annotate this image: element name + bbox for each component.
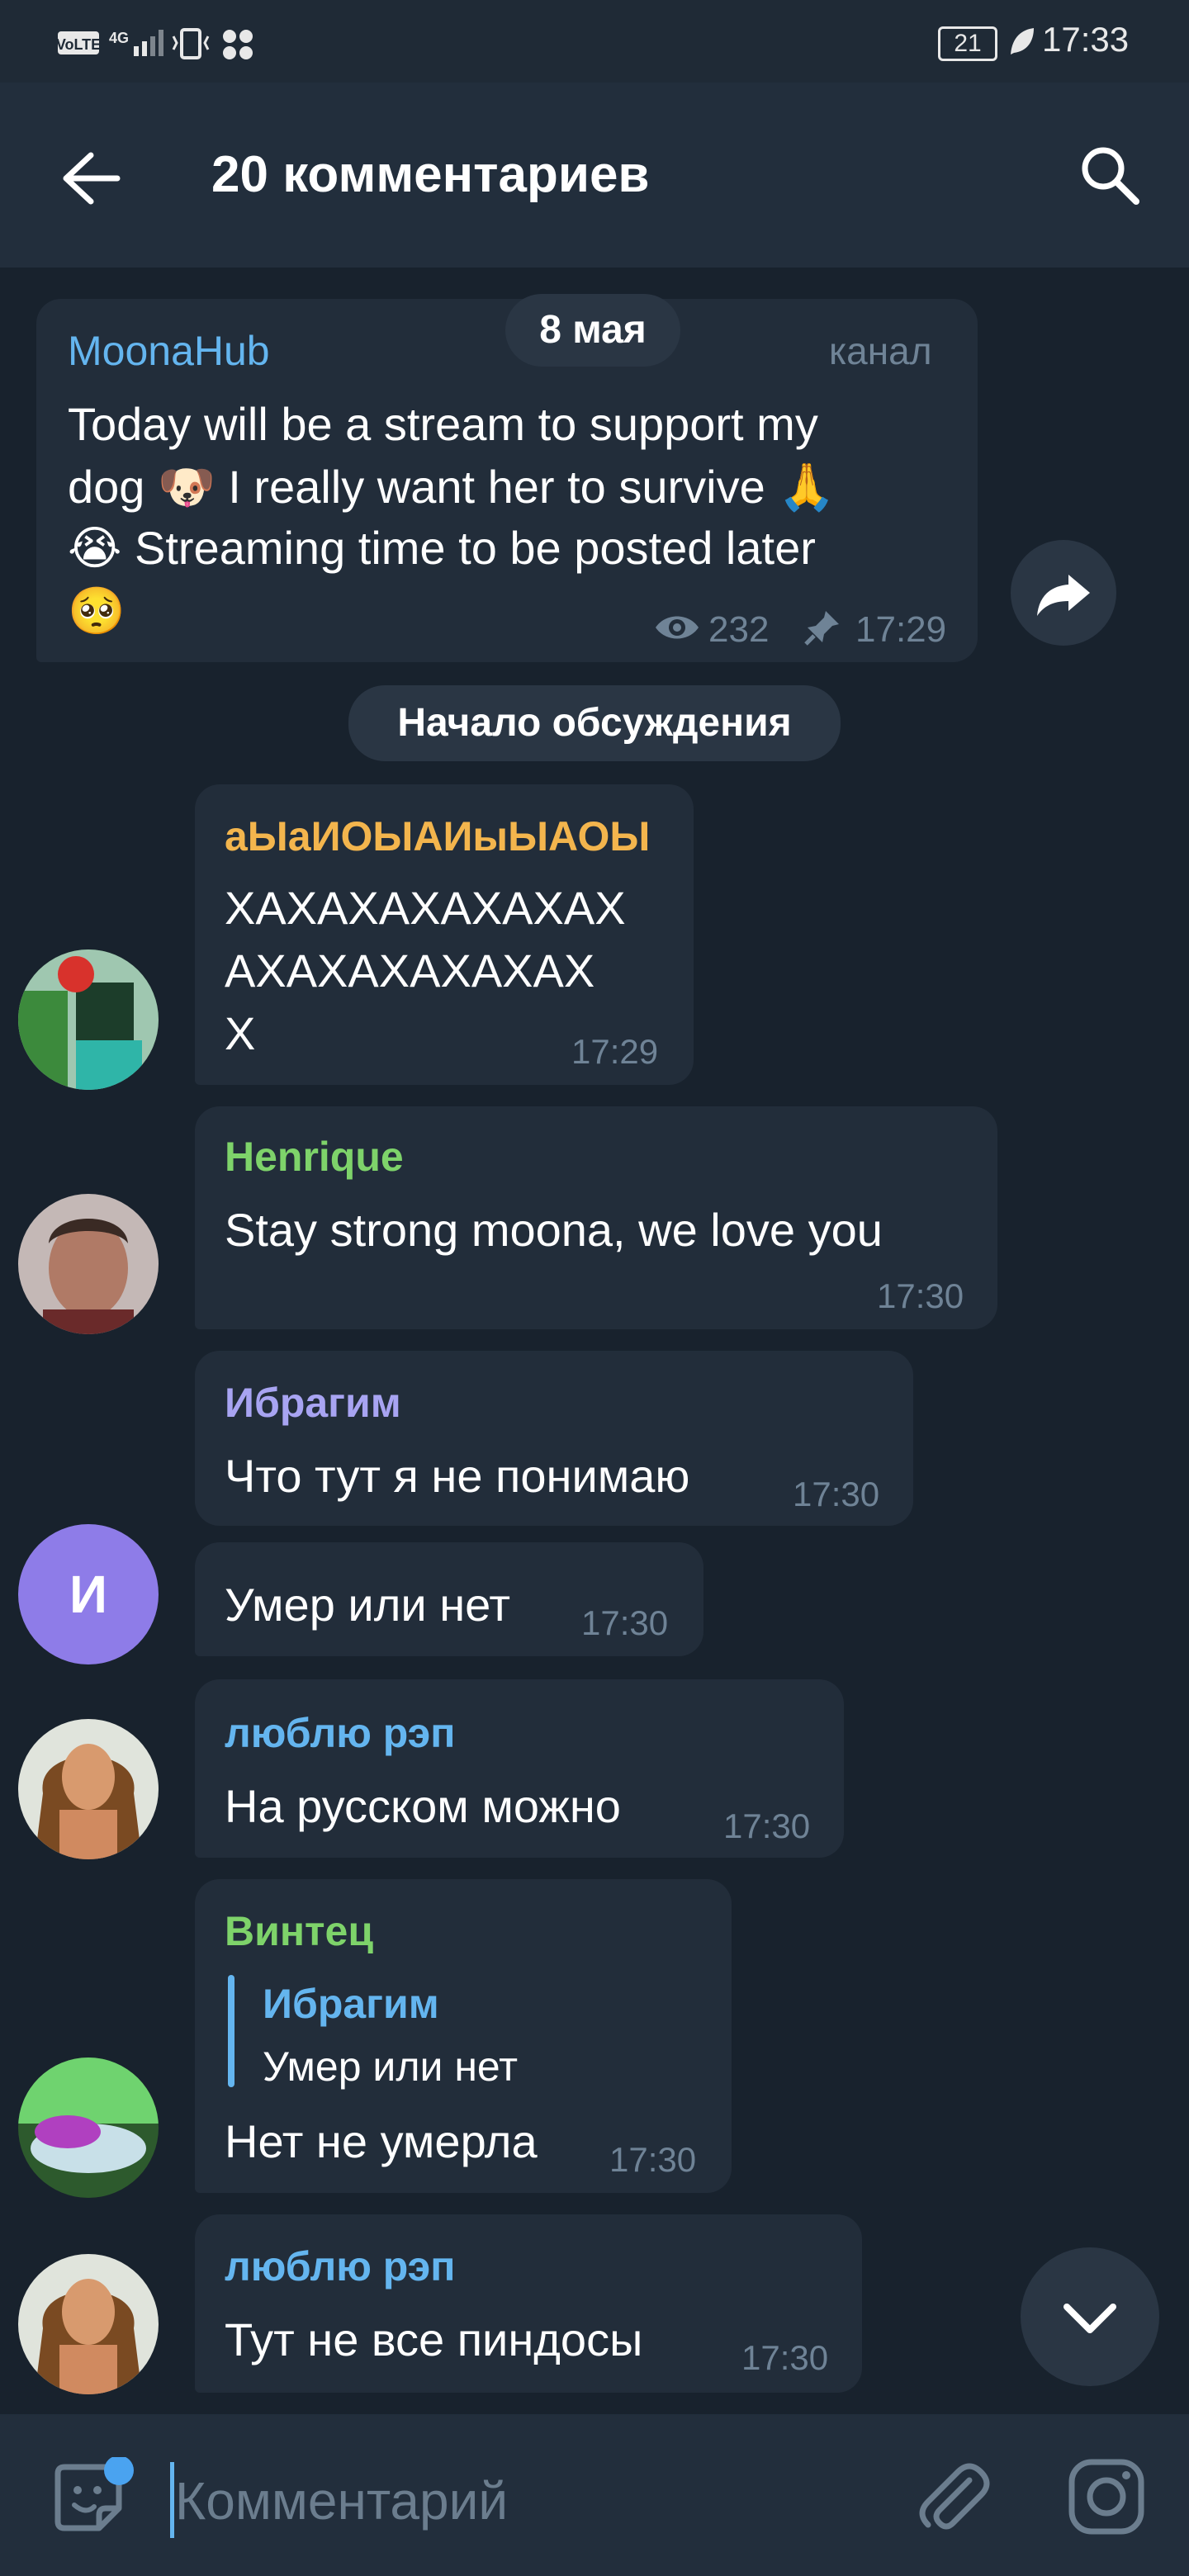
message-text-line: Тут не все пиндосы [225,2313,643,2365]
chevron-down-icon [1063,2304,1116,2333]
avatar-image [18,949,159,1090]
paperclip-icon[interactable] [912,2455,994,2538]
page-title: 20 комментариев [211,146,650,203]
status-bar: VoLTE 4G 21 17:33 [0,0,1189,83]
channel-post-time: 17:29 [855,609,947,650]
avatar[interactable] [18,1194,159,1334]
signal-icons: VoLTE 4G [58,28,253,59]
svg-text:4G: 4G [109,30,129,46]
channel-post-views: 232 [708,609,770,650]
message-text-line: На русском можно [225,1780,621,1832]
message-author[interactable]: Винтец [225,1907,373,1955]
date-badge: 8 мая [505,294,680,367]
avatar[interactable] [18,2057,159,2198]
battery-level: 21 [954,30,982,57]
clock: 17:33 [1042,20,1130,59]
message-author[interactable]: люблю рэп [225,2242,456,2290]
pin-icon [804,611,839,646]
avatar[interactable] [18,949,159,1090]
leaf-icon [1011,28,1034,54]
message-text-line: Нет не умерла [225,2115,538,2167]
channel-post-line-4: 🥺 [68,585,126,637]
scroll-down-button[interactable] [1021,2247,1159,2386]
message-text-line: Умер или нет [225,1579,511,1631]
forward-button[interactable] [1011,540,1116,646]
message-time: 17:30 [877,1276,964,1315]
message-time: 17:30 [741,2338,829,2377]
avatar-image [18,1194,159,1334]
message-author[interactable]: аЫаИОЫАИыЫАОЫ [225,812,650,860]
avatar[interactable] [18,2254,159,2394]
message-time: 17:30 [609,2140,697,2179]
avatar-image [18,2057,159,2198]
camera-icon[interactable] [1065,2455,1148,2538]
battery-icon: 21 [938,26,997,61]
avatar-letter: И [69,1565,107,1624]
message-author[interactable]: люблю рэп [225,1709,456,1757]
discussion-start-badge: Начало обсуждения [348,685,841,761]
channel-post-line-3: 😭 Streaming time to be posted later [68,522,816,574]
avatar[interactable] [18,1719,159,1859]
channel-post-author[interactable]: MoonaHub [68,327,270,375]
avatar[interactable]: И [18,1524,159,1664]
reply-text: Умер или нет [263,2043,518,2090]
message-author[interactable]: Henrique [225,1133,404,1181]
channel-post-line-2: dog 🐶 I really want her to survive 🙏 [68,461,836,513]
avatar-image [18,1719,159,1859]
message-time: 17:29 [571,1032,659,1071]
message-text-line: АХАХАХАХАХАХ [225,945,595,997]
search-icon[interactable] [1077,142,1143,208]
channel-badge: канал [829,329,932,372]
message-text-line: ХАХАХАХАХАХАХ [225,882,626,934]
message-author[interactable]: Ибрагим [225,1379,401,1427]
eye-icon [656,616,699,639]
back-arrow-icon[interactable] [58,145,124,211]
message-text-line: Х [225,1007,256,1059]
forward-icon [1037,575,1090,616]
reply-author: Ибрагим [263,1981,439,2027]
message-time: 17:30 [793,1475,880,1513]
comment-input[interactable] [173,2467,870,2535]
message-text-line: Что тут я не понимаю [225,1450,690,1502]
sticker-icon[interactable] [48,2457,139,2548]
message-time: 17:30 [581,1603,669,1642]
message-text-line: Stay strong moona, we love you [225,1204,883,1256]
svg-text:VoLTE: VoLTE [58,36,101,53]
message-time: 17:30 [723,1807,811,1845]
channel-post-line-1: Today will be a stream to support my [68,398,818,450]
avatar-image [18,2254,159,2394]
